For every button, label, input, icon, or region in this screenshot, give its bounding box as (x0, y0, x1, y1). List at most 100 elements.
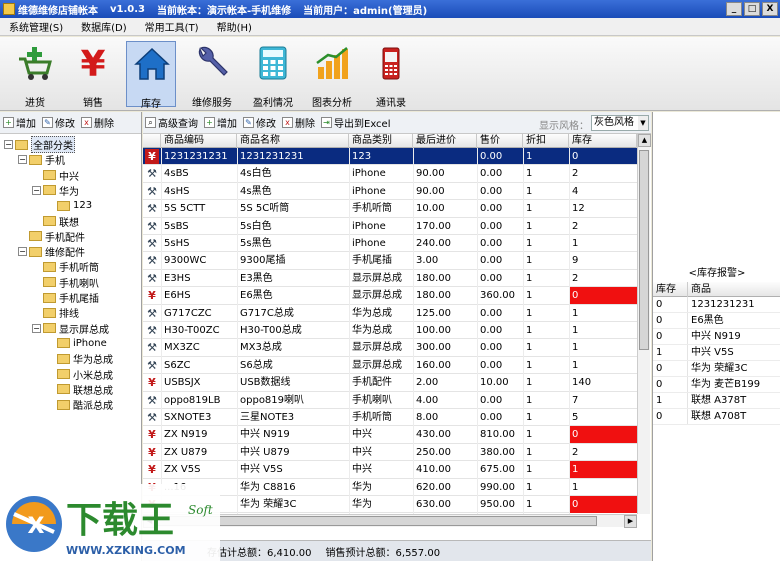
table-cell: 华为 荣耀3C (240, 499, 297, 510)
tree-expander-icon[interactable]: − (18, 155, 27, 165)
table-cell: 0.00 (480, 185, 503, 197)
stock-alert-row[interactable]: 1 中兴 V5S (653, 345, 780, 361)
grid-horizontal-scroll-thumb[interactable] (157, 516, 597, 526)
tree-node[interactable]: − 华为 (32, 183, 79, 198)
table-row[interactable]: ⚒ SXNOTE3 三星NOTE3 手机听筒 8.00 0.00 1 5 (143, 409, 637, 427)
scroll-up-icon[interactable]: ▲ (638, 134, 651, 147)
stock-alert-product: 1231231231 (687, 297, 755, 312)
grid-column-header[interactable]: 库存 (569, 134, 637, 148)
table-cell: iPhone (352, 168, 386, 180)
tree-expander-icon[interactable]: − (18, 247, 27, 257)
tree-node[interactable]: 手机尾插 (32, 290, 99, 305)
tree-node[interactable]: iPhone (46, 336, 107, 351)
grid-column-header[interactable]: 商品名称 (237, 134, 349, 148)
grid-column-header[interactable]: 商品编码 (161, 134, 237, 148)
chart-analysis-button[interactable]: 图表分析 (307, 41, 357, 109)
table-row[interactable]: ⚒ 9300WC 9300尾插 手机尾插 3.00 0.00 1 9 (143, 252, 637, 270)
table-cell: 中兴 V5S (240, 464, 283, 476)
table-row[interactable]: ⚒ 5sBS 5s白色 iPhone 170.00 0.00 1 2 (143, 218, 637, 235)
tree-node[interactable]: − 维修配件 (18, 244, 85, 259)
tree-node[interactable]: − 显示屏总成 (32, 321, 109, 336)
sales-button[interactable]: ¥ 销售 (68, 41, 118, 109)
tree-node[interactable]: 酷派总成 (46, 397, 113, 412)
tree-node[interactable]: 手机配件 (18, 229, 85, 244)
repair-service-button[interactable]: 维修服务 (187, 41, 237, 109)
minimize-button[interactable]: _ (726, 2, 742, 16)
table-row[interactable]: ⚒ 4sBS 4s白色 iPhone 90.00 0.00 1 2 (143, 165, 637, 183)
contacts-button[interactable]: 通讯录 (366, 41, 416, 109)
table-row[interactable]: ¥ ZX V5S 中兴 V5S 中兴 410.00 675.00 1 1 (143, 461, 637, 479)
tree-expander-icon[interactable]: − (32, 185, 41, 195)
table-row[interactable]: ¥ ZX U879 中兴 U879 中兴 250.00 380.00 1 2 (143, 444, 637, 462)
table-row[interactable]: ⚒ 5S 5CTT 5S 5C听筒 手机听筒 10.00 0.00 1 12 (143, 200, 637, 218)
table-row[interactable]: ⚒ E3HS E3黑色 显示屏总成 180.00 0.00 1 2 (143, 270, 637, 288)
tree-node[interactable]: 小米总成 (46, 367, 113, 382)
table-cell: 0.00 (480, 307, 503, 319)
stock-alert-row[interactable]: 0 华为 麦芒B199 (653, 377, 780, 393)
menu-help[interactable]: 帮助(H) (208, 19, 261, 34)
table-row[interactable]: ¥ E6HS E6黑色 显示屏总成 180.00 360.00 1 0 (143, 287, 637, 305)
stock-alert-product: 中兴 N919 (687, 329, 741, 344)
tree-node[interactable]: 手机听筒 (32, 259, 99, 274)
table-row[interactable]: ⚒ 4sHS 4s黑色 iPhone 90.00 0.00 1 4 (143, 183, 637, 201)
stock-alert-row[interactable]: 0 E6黑色 (653, 313, 780, 329)
table-row[interactable]: ⚒ 5sHS 5s黑色 iPhone 240.00 0.00 1 1 (143, 235, 637, 253)
table-row[interactable]: ⚒ S6ZC S6总成 显示屏总成 160.00 0.00 1 1 (143, 357, 637, 375)
category-edit-button[interactable]: ✎ 修改 (42, 115, 75, 130)
main-toolbar: 进货 ¥ 销售 库存 维修服务 盈利情况 图表分析 通讯录 (0, 37, 780, 111)
tree-node[interactable]: 手机喇叭 (32, 275, 99, 290)
tree-node[interactable]: 华为总成 (46, 351, 113, 366)
stock-alert-row[interactable]: 0 1231231231 (653, 297, 780, 313)
table-row[interactable]: ¥ ZX N919 中兴 N919 中兴 430.00 810.00 1 0 (143, 426, 637, 444)
product-edit-button[interactable]: ✎ 修改 (243, 115, 276, 130)
tree-node[interactable]: 联想 (32, 214, 79, 229)
category-add-button[interactable]: + 增加 (3, 115, 36, 130)
product-add-button[interactable]: + 增加 (204, 115, 237, 130)
category-delete-button[interactable]: x 删除 (81, 115, 114, 130)
display-style-select[interactable]: 灰色风格 ▼ (591, 115, 649, 131)
close-button[interactable]: X (762, 2, 778, 16)
table-row[interactable]: ¥1231231231 1231231231 123 0.00 1 0 (143, 148, 637, 166)
tree-node[interactable]: 联想总成 (46, 382, 113, 397)
grid-vertical-scroll-thumb[interactable] (639, 150, 649, 350)
tree-node[interactable]: 中兴 (32, 168, 79, 183)
export-excel-button[interactable]: ⇥ 导出到Excel (321, 115, 391, 130)
tree-node[interactable]: 123 (46, 198, 92, 213)
table-row[interactable]: ⚒ H30-T00ZC H30-T00总成 华为总成 100.00 0.00 1 1 (143, 322, 637, 340)
folder-icon (57, 384, 70, 395)
tree-node-label: 小米总成 (73, 370, 113, 382)
tree-expander-icon[interactable]: − (4, 140, 13, 149)
profit-button[interactable]: 盈利情况 (248, 41, 298, 109)
grid-column-header[interactable]: 最后进价 (413, 134, 477, 148)
sales-estimate-total: 销售预计总额：6,557.00 (325, 547, 441, 559)
advanced-search-button[interactable]: ⌕ 高级查询 (145, 115, 198, 130)
grid-column-header[interactable]: 折扣 (523, 134, 569, 148)
stock-alert-row[interactable]: 0 联想 A708T (653, 409, 780, 425)
product-delete-button[interactable]: x 删除 (282, 115, 315, 130)
menu-database[interactable]: 数据库(D) (72, 19, 136, 34)
inventory-button[interactable]: 库存 (126, 41, 176, 110)
menu-system[interactable]: 系统管理(S) (0, 19, 72, 34)
tree-node[interactable]: − 全部分类 (4, 136, 75, 153)
table-row[interactable]: ¥ USBSJX USB数据线 手机配件 2.00 10.00 1 140 (143, 374, 637, 392)
tree-node[interactable]: − 手机 (18, 152, 65, 167)
grid-vertical-scrollbar[interactable]: ▲ (637, 134, 651, 514)
purchase-button[interactable]: 进货 (10, 41, 60, 109)
tree-node-label: 手机配件 (45, 232, 85, 244)
grid-column-line (477, 148, 478, 514)
table-row[interactable]: ⚒ oppo819LB oppo819喇叭 手机喇叭 4.00 0.00 1 7 (143, 392, 637, 409)
stock-alert-row[interactable]: 1 联想 A378T (653, 393, 780, 409)
scroll-right-icon[interactable]: ▶ (624, 515, 637, 528)
stock-cost-total: 存估计总额：6,410.00 (207, 547, 312, 559)
grid-column-header[interactable]: 售价 (477, 134, 523, 148)
table-row[interactable]: ⚒ MX3ZC MX3总成 显示屏总成 300.00 0.00 1 1 (143, 339, 637, 357)
stock-alert-row[interactable]: 0 中兴 N919 (653, 329, 780, 345)
stock-alert-row[interactable]: 0 华为 荣耀3C (653, 361, 780, 377)
table-cell: 0.00 (480, 168, 503, 180)
tree-node[interactable]: 排线 (32, 305, 79, 320)
table-row[interactable]: ⚒ G717CZC G717C总成 华为总成 125.00 0.00 1 1 (143, 305, 637, 322)
tree-expander-icon[interactable]: − (32, 323, 41, 333)
menu-tools[interactable]: 常用工具(T) (136, 19, 208, 34)
grid-column-header[interactable]: 商品类别 (349, 134, 413, 148)
maximize-button[interactable]: □ (744, 2, 760, 16)
